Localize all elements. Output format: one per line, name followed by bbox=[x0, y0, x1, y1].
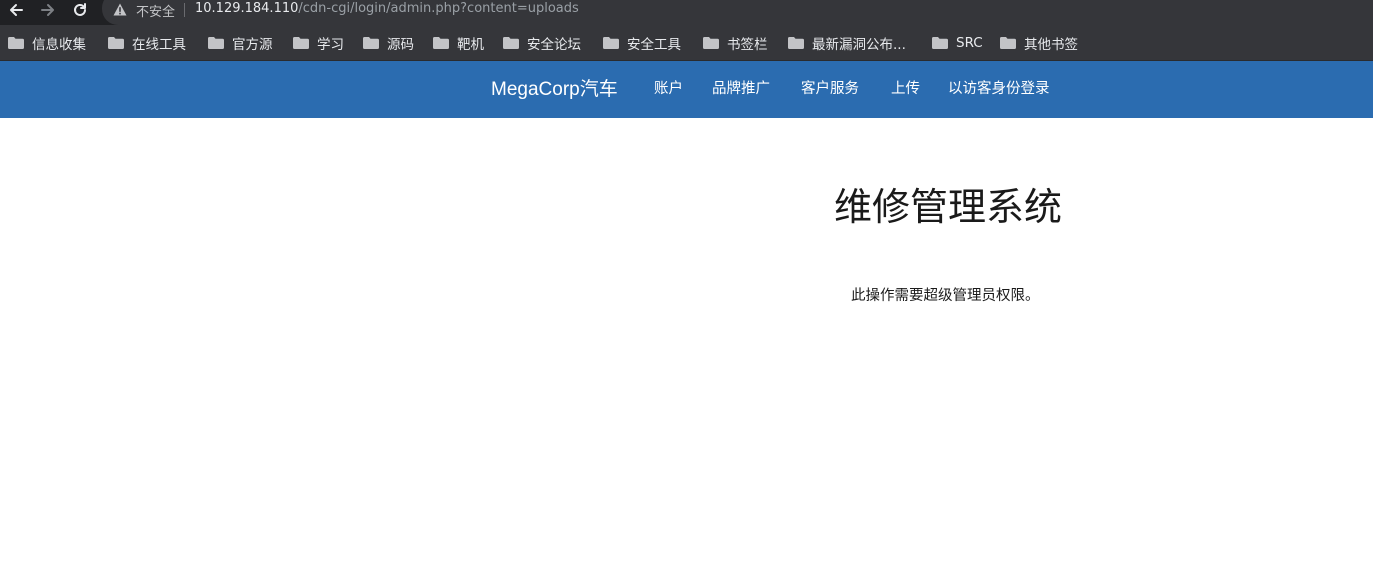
bookmark-folder[interactable]: 安全论坛 bbox=[503, 25, 581, 61]
bookmarks-bar: 信息收集 在线工具 官方源 学习 源码 靶机 安全论坛 安全工具 书签栏 最新漏… bbox=[0, 25, 1373, 61]
folder-icon bbox=[363, 37, 379, 49]
forward-button[interactable] bbox=[38, 0, 58, 20]
folder-icon bbox=[8, 37, 24, 49]
folder-icon bbox=[932, 37, 948, 49]
bookmark-label: 靶机 bbox=[457, 37, 484, 53]
bookmark-label: 在线工具 bbox=[132, 37, 186, 53]
back-button[interactable] bbox=[6, 0, 26, 20]
folder-icon bbox=[1000, 37, 1016, 49]
browser-toolbar: 不安全 10.129.184.110/cdn-cgi/login/admin.p… bbox=[0, 0, 1373, 25]
bookmark-folder[interactable]: 最新漏洞公布... bbox=[788, 25, 906, 61]
folder-icon bbox=[108, 37, 124, 49]
arrow-right-icon bbox=[41, 4, 54, 16]
folder-icon bbox=[603, 37, 619, 49]
other-bookmarks[interactable]: 其他书签 bbox=[1000, 25, 1078, 61]
bookmark-label: 学习 bbox=[317, 37, 344, 53]
bookmark-label: SRC bbox=[956, 35, 983, 51]
bookmark-folder[interactable]: 安全工具 bbox=[603, 25, 681, 61]
folder-icon bbox=[293, 37, 309, 49]
nav-link-guest-login[interactable]: 以访客身份登录 bbox=[948, 61, 1050, 118]
bookmark-folder[interactable]: 在线工具 bbox=[108, 25, 186, 61]
bookmark-label: 书签栏 bbox=[727, 37, 768, 53]
warning-triangle-icon[interactable] bbox=[113, 3, 127, 16]
nav-link-branding[interactable]: 品牌推广 bbox=[712, 61, 770, 118]
folder-icon bbox=[208, 37, 224, 49]
bookmark-label: 最新漏洞公布... bbox=[812, 37, 906, 53]
bookmark-label: 信息收集 bbox=[32, 37, 86, 53]
page-title: 维修管理系统 bbox=[834, 185, 1063, 229]
url-path: /cdn-cgi/login/admin.php?content=uploads bbox=[298, 1, 579, 16]
url-host: 10.129.184.110 bbox=[195, 1, 299, 16]
nav-link-account[interactable]: 账户 bbox=[654, 61, 683, 118]
bookmark-folder[interactable]: 书签栏 bbox=[703, 25, 768, 61]
reload-icon bbox=[74, 3, 86, 16]
bookmark-folder[interactable]: 靶机 bbox=[433, 25, 484, 61]
bookmark-label: 源码 bbox=[387, 37, 414, 53]
brand-link[interactable]: MegaCorp汽车 bbox=[491, 61, 618, 118]
folder-icon bbox=[703, 37, 719, 49]
site-navbar: MegaCorp汽车 账户 品牌推广 客户服务 上传 以访客身份登录 bbox=[0, 61, 1373, 118]
bookmark-label: 其他书签 bbox=[1024, 37, 1078, 53]
permission-notice: 此操作需要超级管理员权限。 bbox=[851, 288, 1040, 304]
bookmark-label: 安全工具 bbox=[627, 37, 681, 53]
folder-icon bbox=[433, 37, 449, 49]
security-status-label[interactable]: 不安全 bbox=[136, 1, 175, 20]
bookmark-folder[interactable]: SRC bbox=[932, 25, 983, 61]
url-text[interactable]: 10.129.184.110/cdn-cgi/login/admin.php?c… bbox=[195, 1, 579, 16]
folder-icon bbox=[788, 37, 804, 49]
bookmark-label: 安全论坛 bbox=[527, 37, 581, 53]
omnibox-divider bbox=[184, 3, 185, 17]
bookmark-folder[interactable]: 学习 bbox=[293, 25, 344, 61]
bookmark-label: 官方源 bbox=[232, 37, 273, 53]
folder-icon bbox=[503, 37, 519, 49]
bookmark-folder[interactable]: 源码 bbox=[363, 25, 414, 61]
nav-link-clients[interactable]: 客户服务 bbox=[801, 61, 859, 118]
reload-button[interactable] bbox=[70, 0, 90, 20]
bookmark-folder[interactable]: 信息收集 bbox=[8, 25, 86, 61]
bookmark-folder[interactable]: 官方源 bbox=[208, 25, 273, 61]
arrow-left-icon bbox=[10, 4, 23, 16]
nav-link-uploads[interactable]: 上传 bbox=[891, 61, 920, 118]
